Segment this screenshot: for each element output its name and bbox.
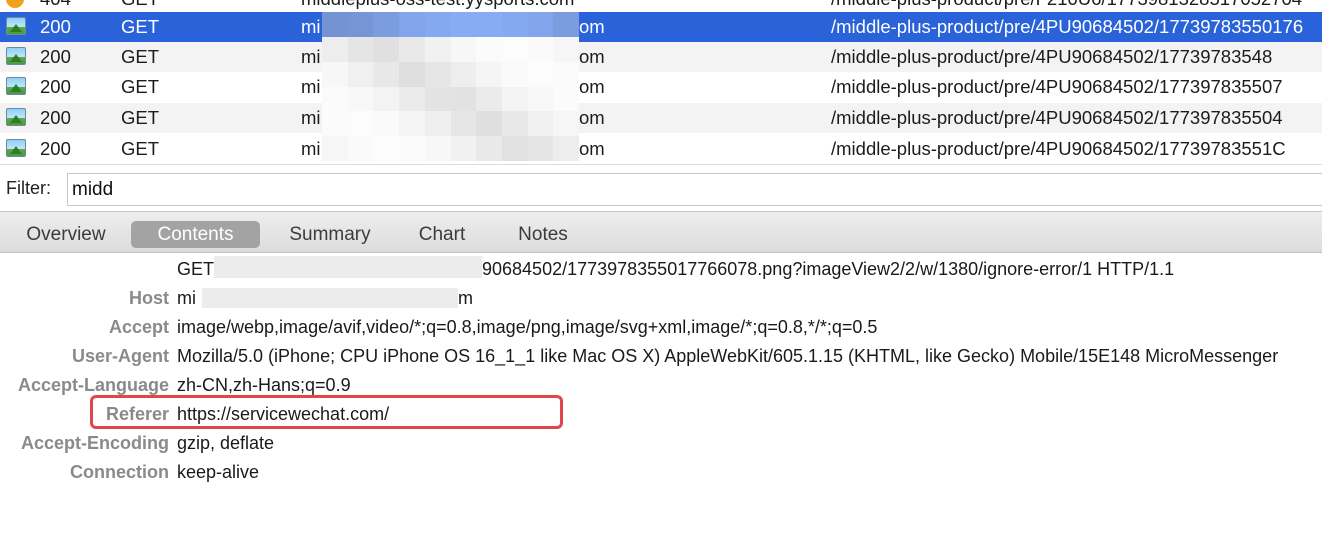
path-cell: /middle-plus-product/pre/4PU90684502/177… [831,76,1283,97]
host-cell: mi om [301,107,605,128]
header-key: User-Agent [71,346,169,366]
request-row[interactable]: 200 GET mi om /middle-plus-product/pre/4P… [0,72,1322,102]
tab-contents[interactable]: Contents [131,221,260,248]
request-row[interactable]: 200 GET mi om /middle-plus-product/pre/4P… [0,103,1322,133]
path-cell: /middle-plus-product/pre/4PU90684502/177… [831,16,1304,37]
header-row-host: Host mi m [0,284,1322,313]
status-cell: 200 [40,107,71,128]
detail-tab-bar: Overview Contents Summary Chart Notes [0,211,1322,253]
header-value: Mozilla/5.0 (iPhone; CPU iPhone OS 16_1_… [177,346,1279,366]
header-row-accept-encoding: Accept-Encoding gzip, deflate [0,429,1322,458]
method-cell: GET [121,16,160,37]
method-cell: GET [121,46,160,67]
header-value: mi [177,288,196,308]
tab-notes[interactable]: Notes [503,221,583,248]
request-method: GET [177,259,215,279]
request-path: 90684502/1773978355017766078.png?imageVi… [482,259,1175,279]
header-key: Host [129,288,169,308]
header-value: image/webp,image/avif,video/*;q=0.8,imag… [177,317,878,337]
header-value: m [458,288,473,308]
filter-input[interactable] [67,173,1322,206]
host-cell: mi om [301,16,605,37]
filter-label: Filter: [6,178,51,198]
header-value: gzip, deflate [177,433,275,453]
status-cell: 200 [40,46,71,67]
header-row-connection: Connection keep-alive [0,458,1322,487]
method-cell: GET [121,138,160,159]
warning-icon [6,0,26,10]
request-row[interactable]: 200 GET mi om /middle-plus-product/pre/4P… [0,134,1322,164]
request-headers-panel: GET 90684502/1773978355017766078.png?ima… [0,253,1322,555]
header-key: Accept-Encoding [20,433,169,453]
request-row-selected[interactable]: 200 GET mi om /middle-plus-product/pre/4P… [0,12,1322,42]
method-cell: GET [121,76,160,97]
path-cell: /middle-plus-product/pre/4PU90684502/177… [831,107,1283,128]
host-cell: mi om [301,76,605,97]
host-cell: mi om [301,46,605,67]
referer-highlight-box [90,395,563,429]
header-row-accept: Accept image/webp,image/avif,video/*;q=0… [0,313,1322,342]
request-line: GET 90684502/1773978355017766078.png?ima… [0,255,1322,284]
header-key: Connection [70,462,169,482]
status-cell: 200 [40,76,71,97]
redaction-mosaic [322,12,579,161]
image-icon [6,17,26,37]
image-icon [6,47,26,67]
header-key: Accept [108,317,169,337]
app-window: 404 GET middleplus-oss-test.yysports.com… [0,0,1322,555]
tab-overview[interactable]: Overview [14,221,118,248]
path-cell: /middle-plus-product/pre/4PU90684502/177… [831,46,1273,67]
image-icon [6,108,26,128]
tab-summary[interactable]: Summary [276,221,384,248]
image-icon [6,139,26,159]
tab-chart[interactable]: Chart [405,221,479,248]
filter-bar: Filter: [0,164,1322,211]
host-cell: mi om [301,138,605,159]
status-cell: 200 [40,138,71,159]
path-cell: /middle-plus-product/pre/4PU90684502/177… [831,138,1286,159]
header-row-user-agent: User-Agent Mozilla/5.0 (iPhone; CPU iPho… [0,342,1322,371]
redaction-mask [202,288,458,308]
status-cell: 200 [40,16,71,37]
image-icon [6,77,26,97]
request-list[interactable]: 404 GET middleplus-oss-test.yysports.com… [0,0,1322,164]
header-value: keep-alive [177,462,260,482]
redaction-mask [214,256,482,278]
request-row[interactable]: 200 GET mi om /middle-plus-product/pre/4P… [0,42,1322,72]
method-cell: GET [121,107,160,128]
